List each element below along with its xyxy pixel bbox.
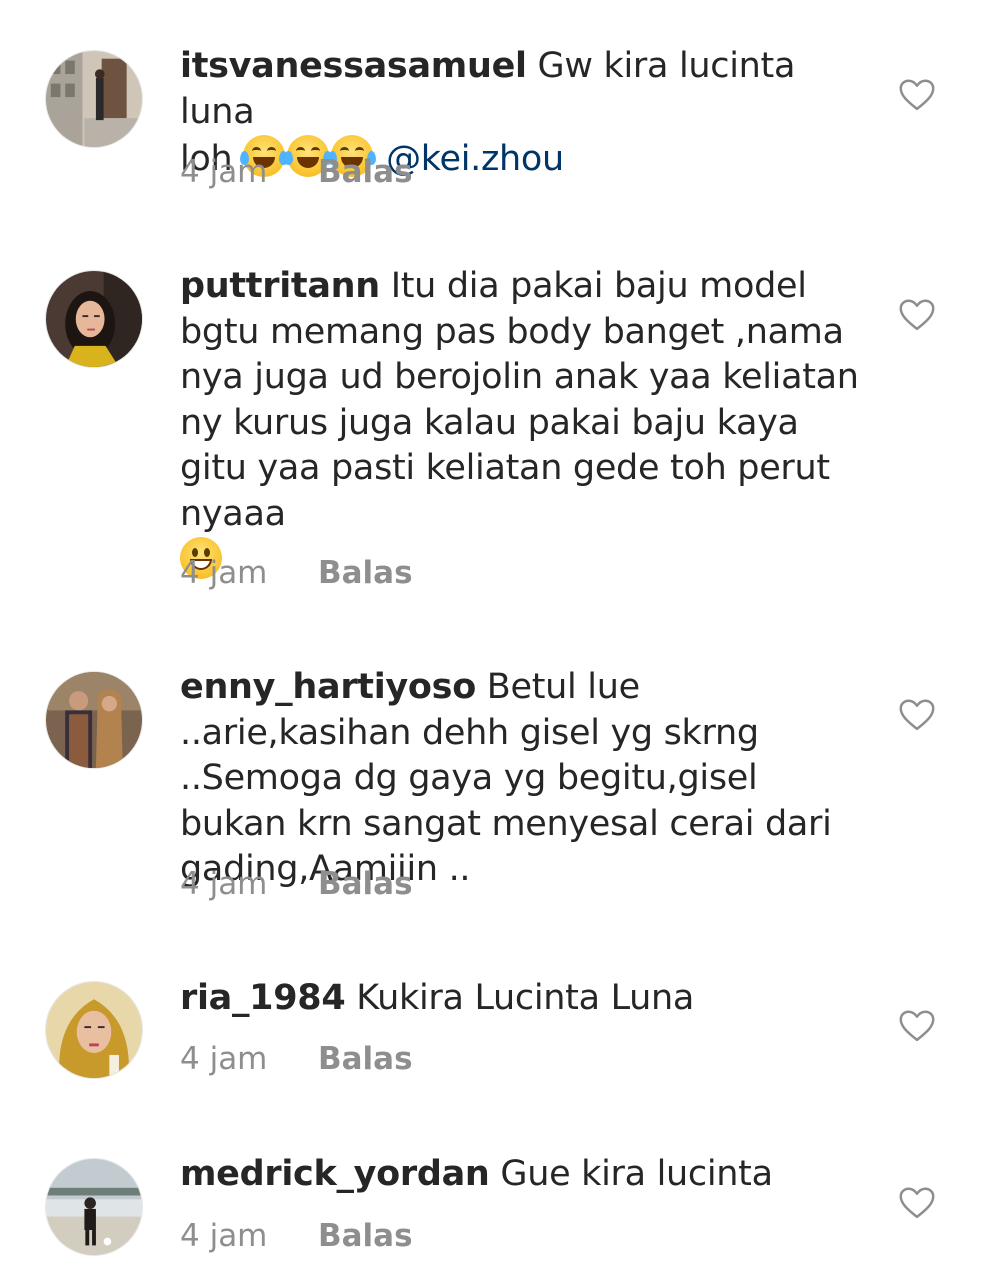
comment-timestamp: 4 jam xyxy=(180,555,268,591)
comment-meta: 4 jam Balas xyxy=(180,555,413,591)
comment-timestamp: 4 jam xyxy=(180,866,268,902)
avatar-photo xyxy=(46,271,142,367)
avatar[interactable] xyxy=(45,270,143,368)
comment-username[interactable]: ria_1984 xyxy=(180,978,346,1018)
comment-body: Kukira Lucinta Luna xyxy=(345,978,695,1018)
heart-outline-icon xyxy=(899,79,935,111)
comment-timestamp: 4 jam xyxy=(180,154,268,190)
mention-link[interactable]: @kei.zhou xyxy=(386,139,564,179)
heart-outline-icon xyxy=(899,699,935,731)
heart-outline-icon xyxy=(899,1187,935,1219)
avatar-photo xyxy=(46,1159,142,1255)
like-button[interactable] xyxy=(898,1186,936,1220)
like-button[interactable] xyxy=(898,1009,936,1043)
reply-button[interactable]: Balas xyxy=(318,866,413,902)
avatar[interactable] xyxy=(45,981,143,1079)
comment-username[interactable]: puttritann xyxy=(180,266,380,306)
comment-username[interactable]: enny_hartiyoso xyxy=(180,667,476,707)
comment-timestamp: 4 jam xyxy=(180,1041,268,1077)
comment-meta: 4 jam Balas xyxy=(180,1218,413,1254)
comment-text: ria_1984 Kukira Lucinta Luna xyxy=(180,976,860,1022)
avatar[interactable] xyxy=(45,671,143,769)
reply-button[interactable]: Balas xyxy=(318,555,413,591)
like-button[interactable] xyxy=(898,78,936,112)
avatar[interactable] xyxy=(45,50,143,148)
avatar-photo xyxy=(46,51,142,147)
comment-text: puttritann Itu dia pakai baju model bgtu… xyxy=(180,264,860,585)
comment-meta: 4 jam Balas xyxy=(180,154,413,190)
reply-button[interactable]: Balas xyxy=(318,154,413,190)
avatar-photo xyxy=(46,982,142,1078)
comment-username[interactable]: medrick_yordan xyxy=(180,1154,490,1194)
like-button[interactable] xyxy=(898,298,936,332)
comment-timestamp: 4 jam xyxy=(180,1218,268,1254)
avatar-photo xyxy=(46,672,142,768)
heart-outline-icon xyxy=(899,1010,935,1042)
comment-text: enny_hartiyoso Betul lue ..arie,kasihan … xyxy=(180,665,860,893)
comment-text: medrick_yordan Gue kira lucinta xyxy=(180,1152,860,1198)
comment-body: Gue kira lucinta xyxy=(489,1154,773,1194)
comment-username[interactable]: itsvanessasamuel xyxy=(180,46,527,86)
reply-button[interactable]: Balas xyxy=(318,1218,413,1254)
reply-button[interactable]: Balas xyxy=(318,1041,413,1077)
comment-meta: 4 jam Balas xyxy=(180,1041,413,1077)
heart-outline-icon xyxy=(899,299,935,331)
comment-meta: 4 jam Balas xyxy=(180,866,413,902)
like-button[interactable] xyxy=(898,698,936,732)
comment-body: Itu dia pakai baju model bgtu memang pas… xyxy=(180,266,859,534)
avatar[interactable] xyxy=(45,1158,143,1256)
